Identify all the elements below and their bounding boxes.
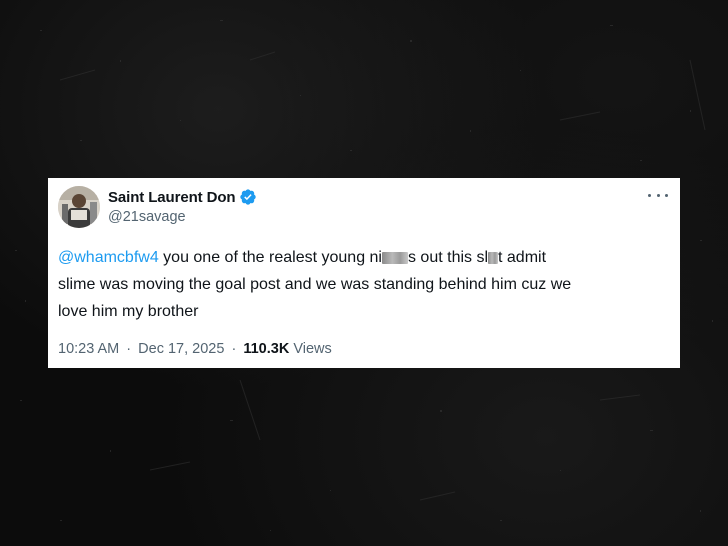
tweet-text-line-3: love him my brother: [58, 303, 199, 320]
display-name[interactable]: Saint Laurent Don: [108, 189, 236, 206]
views-label: Views: [293, 341, 332, 357]
tweet-text-line-2: slime was moving the goal post and we wa…: [58, 276, 572, 293]
views-count: 110.3K: [243, 341, 290, 357]
meta-separator: ·: [231, 341, 237, 357]
tweet-meta: 10:23 AM · Dec 17, 2025 · 110.3K Views: [58, 341, 332, 357]
user-handle[interactable]: @21savage: [108, 209, 186, 225]
tweet-time[interactable]: 10:23 AM: [58, 341, 119, 357]
tweet-text-part-1: you one of the realest young ni: [158, 249, 382, 266]
more-options-icon[interactable]: [648, 188, 668, 202]
tweet-text: @whamcbfw4 you one of the realest young …: [58, 244, 670, 325]
tweet-text-part-3: t admit: [498, 249, 547, 266]
meta-separator: ·: [126, 341, 132, 357]
tweet-date[interactable]: Dec 17, 2025: [138, 341, 224, 357]
tweet-text-part-2: s out this sl: [407, 249, 489, 266]
profile-avatar[interactable]: [58, 186, 100, 228]
mention-link[interactable]: @whamcbfw4: [58, 249, 159, 266]
tweet-card: Saint Laurent Don @21savage @whamcbfw4 y…: [48, 178, 680, 368]
verified-badge-icon: [239, 188, 257, 206]
censor-bar: [381, 252, 408, 264]
censor-bar: [488, 252, 499, 264]
display-name-row: Saint Laurent Don: [108, 187, 257, 207]
